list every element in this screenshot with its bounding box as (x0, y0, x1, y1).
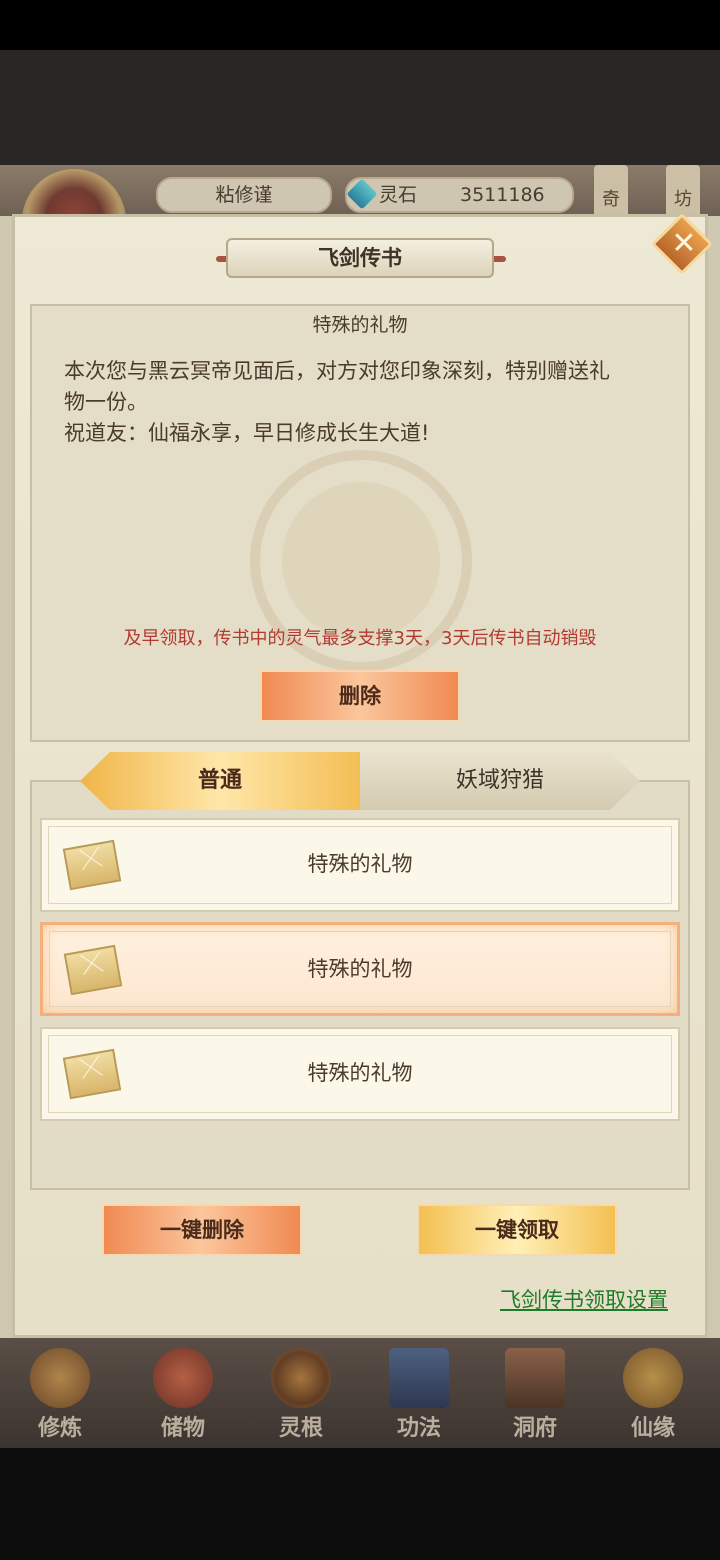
list-item-label: 特殊的礼物 (307, 1061, 413, 1085)
player-name: 粘修谨 (156, 177, 332, 213)
nav-item-cave[interactable]: 洞府 (480, 1338, 590, 1448)
list-item-label: 特殊的礼物 (307, 957, 413, 981)
claim-settings-link[interactable]: 飞剑传书领取设置 (500, 1284, 668, 1314)
panel-edge-right (708, 216, 720, 1338)
game-background (0, 50, 720, 165)
list-item[interactable]: 特殊的礼物 (40, 1027, 680, 1121)
side-button-1[interactable]: 奇 (594, 165, 628, 219)
status-bar (0, 0, 720, 50)
game-hud: 粘修谨 灵石 3511186 奇 坊 (0, 165, 720, 273)
nav-item-fate[interactable]: 仙缘 (598, 1338, 708, 1448)
currency-label: 灵石 (379, 184, 418, 206)
tab-normal[interactable]: 普通 (80, 752, 360, 810)
system-nav-area (0, 1448, 720, 1560)
delete-button[interactable]: 删除 (260, 670, 460, 722)
book-icon (389, 1348, 449, 1408)
nav-item-spirit-root[interactable]: 灵根 (246, 1338, 356, 1448)
bottom-nav: 修炼 储物 灵根 功法 洞府 仙缘 (0, 1338, 720, 1448)
nav-label: 功法 (396, 1416, 441, 1441)
currency-value: 3511186 (460, 184, 545, 206)
mail-body-line: 本次您与黑云冥帝见面后，对方对您印象深刻，特别赠送礼 (64, 359, 610, 383)
expiry-warning: 及早领取，传书中的灵气最多支撑3天，3天后传书自动销毁 (123, 628, 597, 649)
gourd-icon (623, 1348, 683, 1408)
nav-item-cultivate[interactable]: 修炼 (5, 1338, 115, 1448)
bag-icon (153, 1348, 213, 1408)
claim-all-button[interactable]: 一键领取 (417, 1204, 617, 1256)
nav-label: 仙缘 (630, 1416, 675, 1441)
mail-body-line: 祝道友：仙福永享，早日修成长生大道! (64, 421, 430, 445)
cloud-emblem-inner (282, 482, 440, 640)
root-icon (271, 1348, 331, 1408)
mail-body: 本次您与黑云冥帝见面后，对方对您印象深刻，特别赠送礼 物一份。 祝道友：仙福永享… (64, 356, 664, 449)
nav-item-skills[interactable]: 功法 (364, 1338, 474, 1448)
close-icon[interactable]: ✕ (666, 226, 702, 262)
mail-body-line: 物一份。 (64, 390, 148, 414)
nav-label: 洞府 (512, 1416, 557, 1441)
mail-title: 特殊的礼物 (312, 314, 408, 336)
currency-display: 灵石 3511186 (345, 177, 574, 213)
side-button-2[interactable]: 坊 (666, 165, 700, 219)
nav-label: 储物 (160, 1416, 205, 1441)
monk-icon (30, 1348, 90, 1408)
nav-item-storage[interactable]: 储物 (128, 1338, 238, 1448)
cave-icon (505, 1348, 565, 1408)
nav-label: 修炼 (37, 1416, 82, 1441)
tab-demon-hunt[interactable]: 妖域狩猎 (360, 752, 640, 810)
dialog-title: 飞剑传书 (226, 238, 494, 278)
spirit-stone-icon (346, 178, 378, 210)
list-item-selected[interactable]: 特殊的礼物 (40, 922, 680, 1016)
nav-label: 灵根 (278, 1416, 323, 1441)
list-item[interactable]: 特殊的礼物 (40, 818, 680, 912)
list-item-label: 特殊的礼物 (307, 852, 413, 876)
panel-edge-left (0, 216, 12, 1338)
delete-all-button[interactable]: 一键删除 (102, 1204, 302, 1256)
